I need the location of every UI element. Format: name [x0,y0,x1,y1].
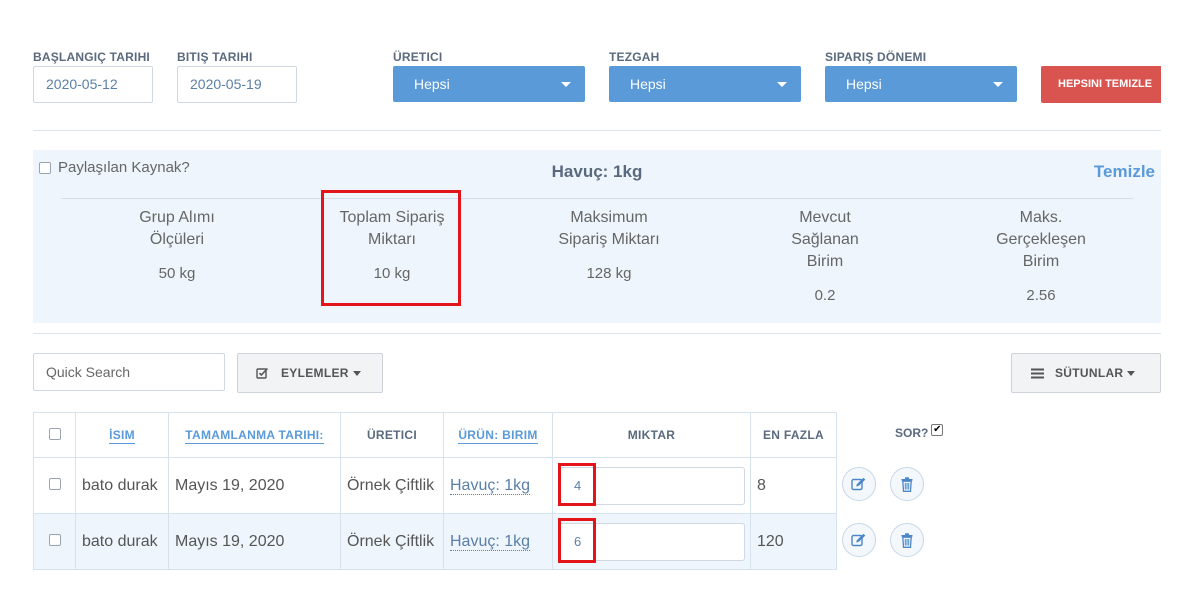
row-checkbox[interactable] [48,533,61,546]
stall-dropdown-value: Hepsi [630,76,666,92]
highlight-box [321,190,461,306]
metric-value: 50 kg [158,265,196,282]
orders-table: İSIM TAMAMLANMA TARIHI: ÜRETICI ÜRÜN: BI… [33,412,837,570]
metric-max-realized: Maks. Gerçekleşen Birim 2.56 [961,207,1121,307]
metric-value: 128 kg [586,265,632,282]
table-header-row: İSIM TAMAMLANMA TARIHI: ÜRETICI ÜRÜN: BI… [33,412,837,458]
column-header-max: EN FAZLA [750,412,837,458]
stall-dropdown[interactable]: Hepsi [609,66,801,102]
end-date-input[interactable]: 2020-05-19 [177,66,297,103]
stall-filter-label: TEZGAH [609,50,660,64]
row-producer: Örnek Çiftlik [340,457,444,514]
caret-down-icon [561,82,571,87]
caret-down-icon [352,370,361,376]
period-filter-label: SIPARIŞ DÖNEMI [825,50,927,64]
column-header-quantity: MIKTAR [552,412,751,458]
ask-all-checkbox[interactable]: ✔ [931,424,944,436]
producer-dropdown-value: Hepsi [414,76,450,92]
row-product-link[interactable]: Havuç: 1kg [450,532,531,551]
metric-value: 0.2 [814,287,836,304]
column-header-name[interactable]: İSIM [75,412,169,458]
checkbox-edit-icon [256,367,269,379]
table-row: bato durak Mayıs 19, 2020 Örnek Çiftlik … [33,513,837,570]
row-product-cell: Havuç: 1kg [443,513,553,570]
edit-icon [851,533,866,547]
period-dropdown-value: Hepsi [846,76,882,92]
end-date-label: BITIŞ TARIHI [177,50,253,64]
actions-button-label: EYLEMLER [281,366,349,380]
caret-down-icon [993,82,1003,87]
start-date-input[interactable]: 2020-05-12 [33,66,153,103]
row-select-cell [33,513,76,570]
row-max: 8 [750,457,837,514]
period-dropdown[interactable]: Hepsi [825,66,1017,102]
summary-divider [61,198,1133,199]
row-max: 120 [750,513,837,570]
metric-max-order: Maksimum Sipariş Miktarı 128 kg [529,207,689,285]
select-all-checkbox[interactable] [48,427,61,440]
start-date-label: BAŞLANGIÇ TARIHI [33,50,150,64]
row-date: Mayıs 19, 2020 [168,457,341,514]
column-header-product-unit[interactable]: ÜRÜN: BIRIM [443,412,553,458]
row-product-link[interactable]: Havuç: 1kg [450,476,531,495]
actions-button[interactable]: EYLEMLER [237,353,383,393]
delete-button[interactable] [890,467,924,501]
clear-link[interactable]: Temizle [1094,162,1155,182]
list-icon [1031,368,1044,378]
row-select-cell [33,457,76,514]
edit-button[interactable] [842,467,876,501]
quick-search-input[interactable]: Quick Search [33,353,225,391]
row-date: Mayıs 19, 2020 [168,513,341,570]
columns-button-label: SÜTUNLAR [1055,366,1124,380]
ask-column-header: SOR? ✔ [895,424,944,440]
ask-column-label: SOR? [895,426,929,440]
product-title: Havuç: 1kg [551,162,643,181]
caret-down-icon [1127,370,1136,376]
row-name: bato durak [75,457,169,514]
row-name: bato durak [75,513,169,570]
divider [33,130,1161,131]
row-producer: Örnek Çiftlik [340,513,444,570]
column-header-completion-date[interactable]: TAMAMLANMA TARIHI: [168,412,341,458]
edit-button[interactable] [842,523,876,557]
highlight-box [558,463,596,506]
trash-icon [901,532,913,548]
select-all-header [33,412,76,458]
metric-value: 2.56 [1026,287,1056,304]
metric-current-supplied: Mevcut Sağlanan Birim 0.2 [745,207,905,307]
column-header-producer: ÜRETICI [340,412,444,458]
table-row: bato durak Mayıs 19, 2020 Örnek Çiftlik … [33,457,837,514]
columns-button[interactable]: SÜTUNLAR [1011,353,1161,393]
edit-icon [851,477,866,491]
delete-button[interactable] [890,523,924,557]
row-product-cell: Havuç: 1kg [443,457,553,514]
clear-all-button[interactable]: HEPSINI TEMIZLE [1041,66,1161,103]
row-checkbox[interactable] [48,477,61,490]
trash-icon [901,476,913,492]
producer-dropdown[interactable]: Hepsi [393,66,585,102]
highlight-box [558,518,596,563]
product-summary-panel: Paylaşılan Kaynak? Havuç: 1kg Temizle Gr… [33,150,1161,323]
divider [33,333,1161,334]
producer-filter-label: ÜRETICI [393,50,443,64]
caret-down-icon [777,82,787,87]
metric-group-purchase: Grup Alımı Ölçüleri 50 kg [97,207,257,285]
